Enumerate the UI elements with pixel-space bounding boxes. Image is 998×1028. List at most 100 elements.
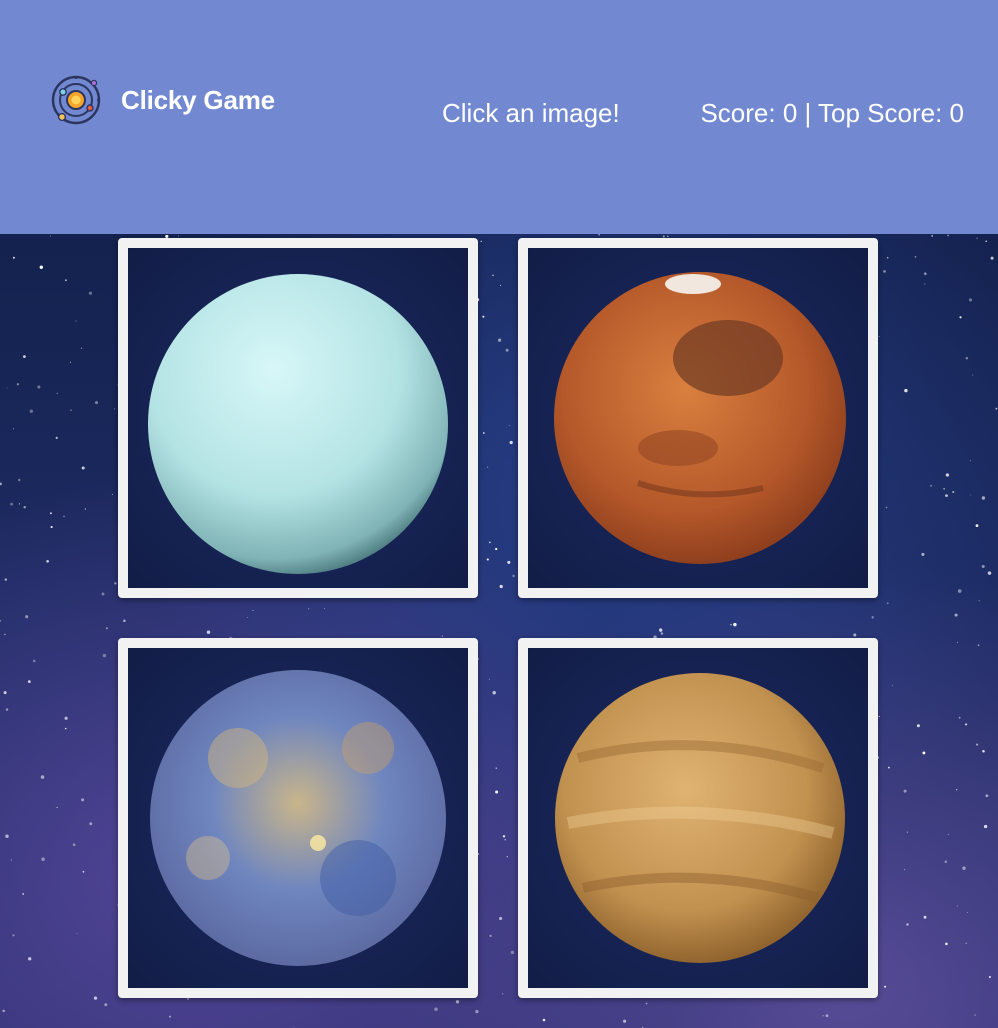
star [623, 1019, 627, 1023]
planet-card-mars[interactable] [518, 238, 878, 598]
venus-image [555, 673, 845, 963]
star [968, 298, 973, 302]
star [965, 723, 968, 726]
star [507, 560, 511, 564]
star [542, 1018, 546, 1022]
star [499, 916, 503, 921]
star [733, 622, 737, 627]
star [512, 574, 515, 578]
star [10, 502, 13, 506]
star [969, 460, 971, 462]
star [972, 374, 974, 376]
star [70, 409, 72, 411]
star [480, 240, 482, 243]
star [645, 1002, 648, 1005]
star [878, 336, 880, 338]
star [4, 578, 7, 581]
star [63, 515, 65, 518]
uranus-image [148, 274, 448, 574]
star [23, 505, 26, 509]
star [903, 789, 907, 793]
brand-link[interactable]: Clicky Game [50, 72, 275, 128]
game-message: Click an image! [442, 98, 620, 128]
star [510, 950, 515, 955]
star [487, 466, 489, 468]
star [94, 401, 99, 405]
star [974, 1014, 976, 1016]
star [486, 558, 489, 561]
star [947, 234, 949, 237]
star [101, 592, 105, 596]
star [12, 934, 15, 937]
star [10, 859, 12, 861]
star [488, 541, 491, 544]
star [965, 357, 968, 360]
star [924, 283, 926, 285]
star [888, 766, 890, 769]
planet-card-venus[interactable] [518, 638, 878, 998]
star [114, 582, 117, 585]
star [916, 724, 920, 728]
star [924, 272, 927, 275]
star [0, 619, 2, 622]
star [988, 975, 992, 979]
star [660, 632, 664, 635]
star [75, 320, 77, 322]
star [55, 436, 58, 439]
star [904, 869, 905, 871]
star [497, 338, 502, 342]
star [954, 613, 958, 617]
star [39, 265, 43, 269]
star [489, 934, 492, 938]
planet-card-uranus[interactable] [118, 238, 478, 598]
star [46, 559, 49, 563]
star [943, 488, 945, 490]
star [307, 608, 310, 610]
star [958, 716, 961, 719]
star [5, 834, 9, 838]
star [50, 512, 52, 515]
star [985, 794, 989, 798]
star [81, 798, 85, 802]
star [16, 383, 19, 386]
star [667, 235, 669, 237]
star [69, 361, 71, 363]
star [12, 256, 15, 259]
star [978, 600, 980, 602]
star [952, 490, 955, 494]
star [730, 623, 732, 626]
star [123, 619, 126, 623]
star [956, 905, 958, 907]
star [12, 428, 14, 430]
star [455, 1000, 460, 1004]
star [6, 387, 8, 389]
star [178, 235, 180, 237]
star [981, 564, 985, 569]
mercury-image [150, 670, 446, 966]
star [871, 616, 874, 619]
star [482, 432, 485, 434]
navbar: Clicky Game Click an image! Score: 0 | T… [0, 0, 998, 234]
star [904, 388, 908, 393]
brand-name: Clicky Game [121, 84, 275, 115]
star [499, 584, 503, 589]
star [506, 856, 508, 858]
star [72, 843, 76, 847]
star [3, 691, 7, 695]
star [37, 385, 41, 389]
star [885, 506, 888, 509]
star [975, 524, 979, 528]
star [957, 589, 962, 593]
game-board [0, 234, 998, 1028]
star [598, 234, 600, 236]
planet-card-mercury[interactable] [118, 638, 478, 998]
mars-image [554, 272, 846, 564]
star [499, 284, 502, 286]
star [0, 482, 2, 486]
star [947, 833, 949, 835]
star [104, 1003, 108, 1007]
star [64, 716, 68, 720]
star [111, 493, 114, 496]
star [969, 494, 971, 496]
star [990, 256, 994, 260]
